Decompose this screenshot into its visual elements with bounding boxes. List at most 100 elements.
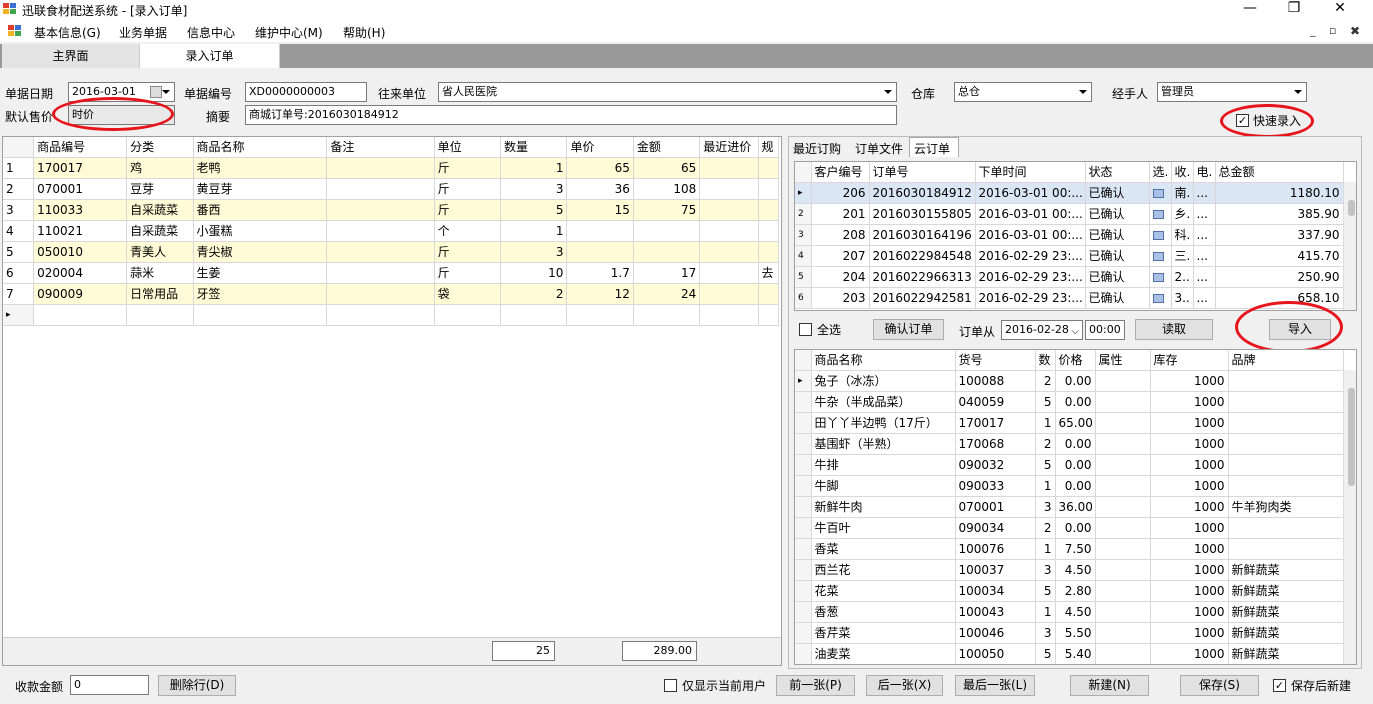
table-row[interactable]: 6 203 2016022942581 2016-02-29 23:... 已确认 3..… [795,287,1344,309]
select-cell[interactable] [1149,182,1172,204]
table-cell: 新鲜蔬菜 [1228,559,1344,581]
memo-field[interactable]: 商城订单号:2016030184912 [245,105,897,125]
order-from-time[interactable]: 00:00 [1085,320,1125,340]
price-select[interactable]: 时价 [68,105,175,125]
table-cell[interactable] [758,304,779,326]
table-row[interactable]: 3 208 2016030164196 2016-03-01 00:... 已确认 科..… [795,224,1344,246]
quick-entry-checkbox[interactable]: ✓ [1236,114,1249,127]
menu-help[interactable]: 帮助(H) [343,24,385,41]
table-row[interactable]: 香芹菜 100046 3 5.50 1000 新鲜蔬菜 [795,622,1344,644]
select-cell[interactable] [1149,287,1172,309]
menu-business-docs[interactable]: 业务单据 [119,24,167,41]
menu-basic-info[interactable]: 基本信息(G) [34,24,101,41]
select-icon[interactable] [1152,293,1164,303]
next-button[interactable]: 后一张(X) [866,675,943,696]
table-row[interactable]: 油麦菜 100050 5 5.40 1000 新鲜蔬菜 [795,643,1344,664]
mdi-minimize-button[interactable]: _ [1310,24,1316,37]
tab-main[interactable]: 主界面 [2,44,140,68]
prev-button[interactable]: 前一张(P) [776,675,855,696]
table-cell[interactable] [566,304,634,326]
menu-info-center[interactable]: 信息中心 [187,24,235,41]
tab-enter-order[interactable]: 录入订单 [140,44,280,68]
save-new-checkbox[interactable]: ✓ [1273,679,1286,692]
table-row[interactable]: 2 201 2016030155805 2016-03-01 00:... 已确认 乡..… [795,203,1344,225]
warehouse-select[interactable]: 总仓 [954,82,1092,102]
table-row[interactable]: 4 207 2016022984548 2016-02-29 23:... 已确认 三..… [795,245,1344,267]
table-row[interactable]: 牛杂（半成品菜） 040059 5 0.00 1000 [795,391,1344,413]
select-all-checkbox[interactable] [799,323,812,336]
select-icon[interactable] [1152,209,1164,219]
table-row[interactable]: 牛排 090032 5 0.00 1000 [795,454,1344,476]
tab-recent-orders[interactable]: 最近订购 [793,140,851,157]
select-icon[interactable] [1152,251,1164,261]
table-cell[interactable] [699,304,759,326]
receive-amount-field[interactable]: 0 [70,675,149,695]
mdi-close-button[interactable]: ✖ [1350,24,1360,38]
table-row[interactable]: 6 020004 蒜米 生姜 斤 10 1.7 17 去 [3,262,779,284]
delete-row-button[interactable]: 删除行(D) [158,675,236,696]
table-cell [1095,370,1151,392]
table-cell[interactable] [193,304,328,326]
date-picker[interactable]: 2016-03-01 [68,82,175,102]
order-from-date[interactable]: 2016-02-28 ⌵ [1001,320,1083,340]
table-row[interactable]: 牛百叶 090034 2 0.00 1000 [795,517,1344,539]
table-row[interactable]: 基围虾（半熟） 170068 2 0.00 1000 [795,433,1344,455]
row-header-corner [795,350,812,371]
table-row[interactable]: 4 110021 自采蔬菜 小蛋糕 个 1 [3,220,779,242]
menu-maintenance[interactable]: 维护中心(M) [255,24,323,41]
maximize-button[interactable]: ❐ [1280,0,1308,18]
table-row[interactable]: 花菜 100034 5 2.80 1000 新鲜蔬菜 [795,580,1344,602]
totals-bar: 25 289.00 [3,637,781,665]
tab-order-files[interactable]: 订单文件 [855,140,913,157]
import-button[interactable]: 导入 [1269,319,1331,340]
only-current-user-checkbox[interactable] [664,679,677,692]
table-cell[interactable] [326,304,435,326]
party-select[interactable]: 省人民医院 [438,82,897,102]
select-cell[interactable] [1149,224,1172,246]
handler-select[interactable]: 管理员 [1157,82,1307,102]
table-row[interactable]: 5 204 2016022966313 2016-02-29 23:... 已确认 2..… [795,266,1344,288]
table-cell[interactable] [126,304,194,326]
scroll-thumb[interactable] [1348,200,1355,216]
select-cell[interactable] [1149,203,1172,225]
select-cell[interactable] [1149,266,1172,288]
new-button[interactable]: 新建(N) [1070,675,1149,696]
cloud-scrollbar[interactable] [1343,182,1356,310]
confirm-order-button[interactable]: 确认订单 [873,319,944,340]
table-row[interactable]: 西兰花 100037 3 4.50 1000 新鲜蔬菜 [795,559,1344,581]
table-row[interactable]: 牛脚 090033 1 0.00 1000 [795,475,1344,497]
table-row[interactable]: 1 170017 鸡老鸭斤 1 65 65 [3,157,779,179]
new-row[interactable]: ▸ [3,304,779,326]
goods-scrollbar[interactable] [1343,370,1356,664]
table-cell[interactable] [500,304,568,326]
doc-no-field[interactable]: XD0000000003 [245,82,367,102]
scroll-thumb[interactable] [1348,388,1355,486]
table-row[interactable]: 3 110033 自采蔬菜 番西 斤 5 15 75 [3,199,779,221]
table-cell[interactable] [434,304,502,326]
tab-cloud-orders[interactable]: 云订单 [909,137,959,157]
table-row[interactable]: 7 090009 日常用品 牙签 袋 2 12 24 [3,283,779,305]
table-row[interactable]: 田丫丫半边鸭（17斤） 170017 1 65.00 1000 [795,412,1344,434]
table-row[interactable]: 5 050010 青美人 青尖椒 斤 3 [3,241,779,263]
table-cell: 牛杂（半成品菜） [811,391,956,413]
last-button[interactable]: 最后一张(L) [955,675,1035,696]
select-icon[interactable] [1152,230,1164,240]
table-cell[interactable] [633,304,701,326]
table-row[interactable]: ▸ 206 2016030184912 2016-03-01 00:... 已确认 南..… [795,182,1344,204]
table-row[interactable]: ▸ 兔子（冰冻） 100088 2 0.00 1000 [795,370,1344,392]
table-cell: 2 [1035,517,1056,539]
mdi-restore-button[interactable]: ▫ [1329,24,1336,37]
select-cell[interactable] [1149,245,1172,267]
table-cell[interactable] [33,304,128,326]
select-icon[interactable] [1152,188,1164,198]
read-button[interactable]: 读取 [1135,319,1213,340]
table-row[interactable]: 香葱 100043 1 4.50 1000 新鲜蔬菜 [795,601,1344,623]
minimize-button[interactable]: — [1236,0,1264,18]
save-new-label: 保存后新建 [1291,679,1352,693]
select-icon[interactable] [1152,272,1164,282]
save-button[interactable]: 保存(S) [1180,675,1259,696]
table-row[interactable]: 2 070001 豆芽 黄豆芽 斤 3 36 108 [3,178,779,200]
table-row[interactable]: 香菜 100076 1 7.50 1000 [795,538,1344,560]
table-row[interactable]: 新鲜牛肉 070001 3 36.00 1000 牛羊狗肉类 [795,496,1344,518]
close-button[interactable]: ✕ [1326,0,1354,18]
